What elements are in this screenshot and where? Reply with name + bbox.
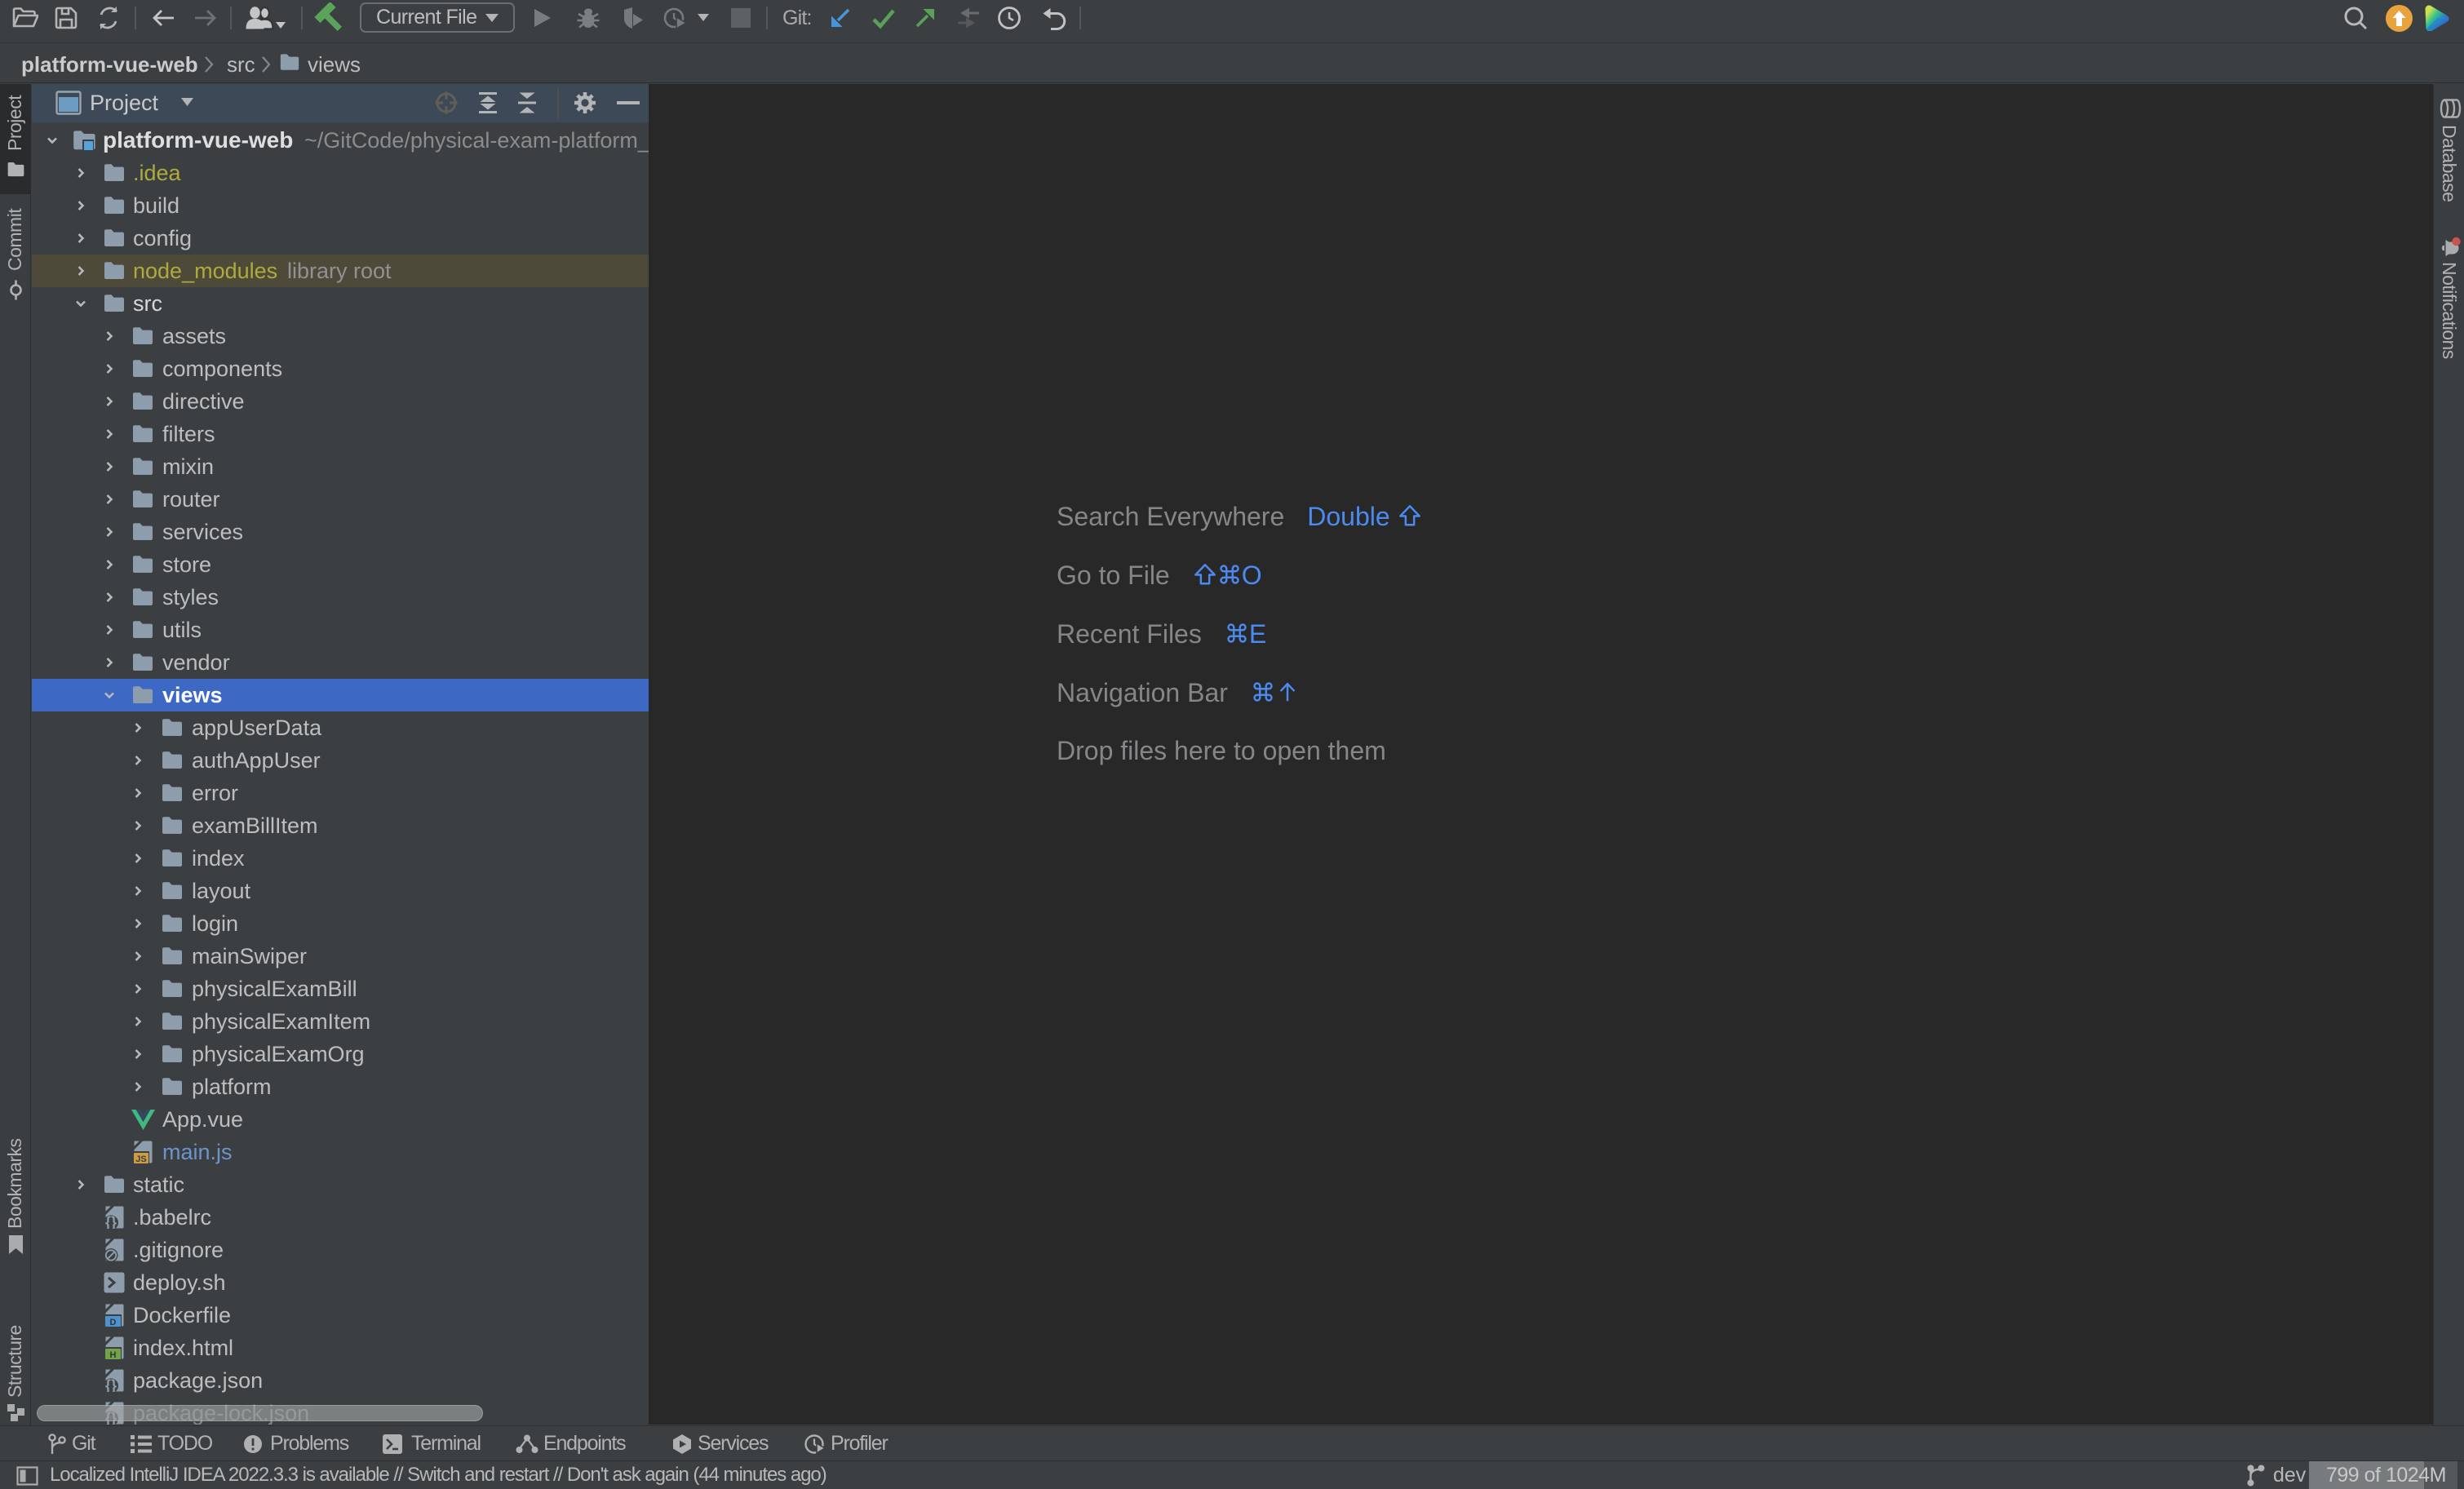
svg-text:{}: {} bbox=[105, 1214, 117, 1229]
svg-text:H: H bbox=[110, 1350, 117, 1359]
svg-text:D: D bbox=[110, 1318, 117, 1327]
svg-text:{}: {} bbox=[105, 1377, 117, 1392]
svg-text:JS: JS bbox=[135, 1154, 146, 1163]
